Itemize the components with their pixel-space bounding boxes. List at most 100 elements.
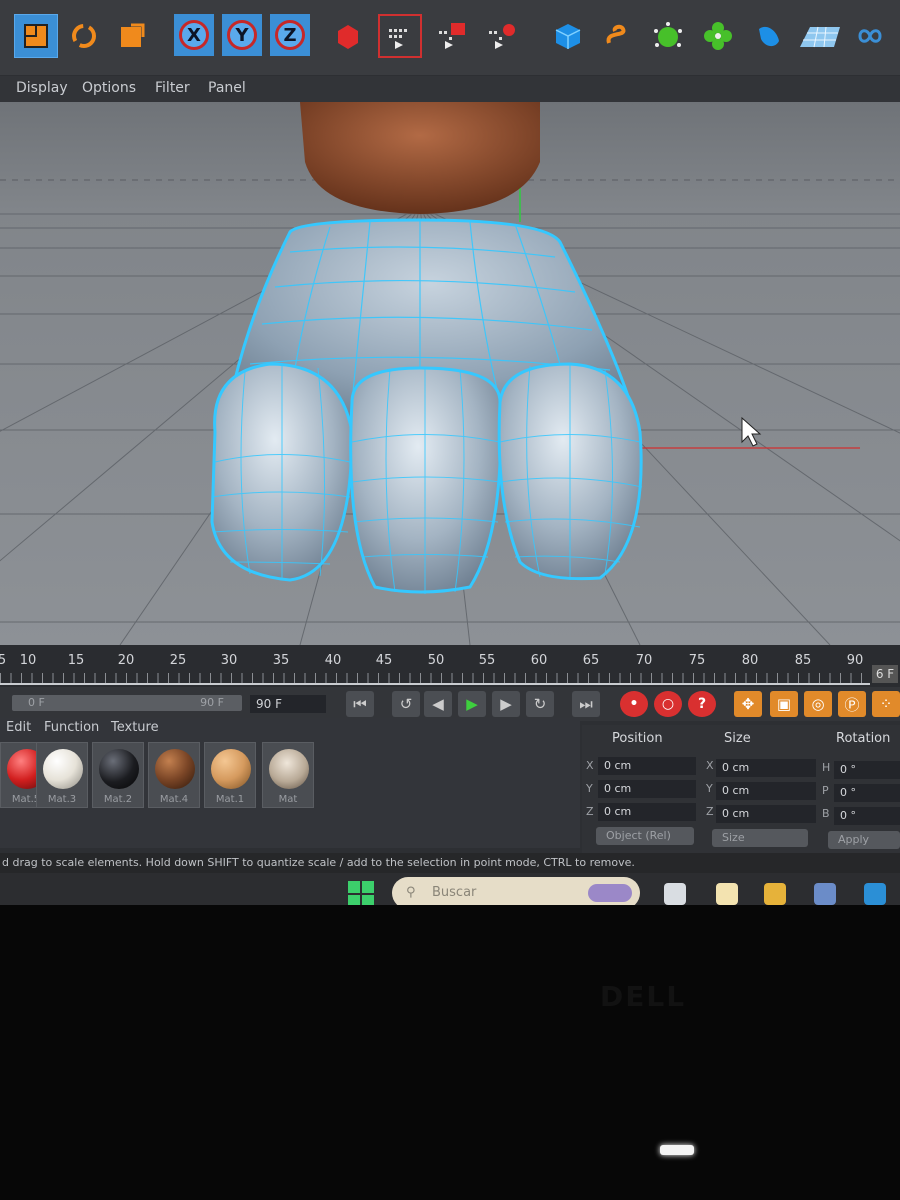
menu-panel[interactable]: Panel <box>208 80 246 96</box>
coordinate-mode-dropdown[interactable]: Object (Rel) <box>596 827 694 845</box>
material-manager: Edit Function Texture Mat.5 Mat.3 Mat.2 … <box>0 718 580 848</box>
previous-frame-icon[interactable]: ◀ <box>424 691 452 717</box>
teams-icon[interactable] <box>814 883 836 905</box>
head-mesh <box>300 102 540 214</box>
position-y-field[interactable]: 0 cm <box>598 780 696 798</box>
outlook-icon[interactable] <box>864 883 886 905</box>
toe-middle <box>349 366 503 594</box>
axis-label-x: X <box>706 759 714 772</box>
move-key-icon[interactable]: ✥ <box>734 691 762 717</box>
timeline-tick: 75 <box>688 653 706 668</box>
infinity-icon[interactable] <box>848 14 892 58</box>
store-icon[interactable] <box>764 883 786 905</box>
menu-options[interactable]: Options <box>82 80 136 96</box>
material-label: Mat <box>278 794 298 805</box>
power-led <box>660 1145 694 1155</box>
timeline-scale[interactable] <box>0 673 870 685</box>
axis-label-x: X <box>586 759 594 772</box>
task-view-icon[interactable] <box>664 883 686 905</box>
axis-x-label: X <box>179 20 209 50</box>
timeline-tick: 25 <box>169 653 187 668</box>
model-mode-icon[interactable] <box>14 14 58 58</box>
size-x-field[interactable]: 0 cm <box>716 759 816 777</box>
timeline-tick: 10 <box>19 653 37 668</box>
menu-display[interactable]: Display <box>16 80 68 96</box>
file-explorer-icon[interactable] <box>716 883 738 905</box>
rotation-b-field[interactable]: 0 ° <box>834 807 900 825</box>
record-key-icon[interactable]: • <box>620 691 648 717</box>
menu-texture[interactable]: Texture <box>111 720 159 735</box>
autokey-icon[interactable]: ○ <box>654 691 682 717</box>
coordinates-panel: Position Size Rotation X 0 cm X 0 cm H 0… <box>582 725 900 853</box>
windows-taskbar: ⚲ Buscar <box>0 873 900 905</box>
axis-y-toggle[interactable]: Y <box>222 14 262 56</box>
render-settings-icon[interactable] <box>480 14 524 58</box>
rotation-h-field[interactable]: 0 ° <box>834 761 900 779</box>
menu-function[interactable]: Function <box>44 720 99 735</box>
position-z-field[interactable]: 0 cm <box>598 803 696 821</box>
mograph-cloner-icon[interactable] <box>696 14 740 58</box>
parameter-key-icon[interactable]: Ⓟ <box>838 691 866 717</box>
scale-tool-icon[interactable] <box>110 14 154 58</box>
previous-key-icon[interactable]: ↺ <box>392 691 420 717</box>
material-preview <box>43 749 83 789</box>
floor-grid-icon[interactable] <box>796 14 844 58</box>
end-frame-field[interactable]: 90 F <box>250 695 326 713</box>
axis-z-label: Z <box>275 20 305 50</box>
menu-edit[interactable]: Edit <box>6 720 31 735</box>
render-icon[interactable] <box>326 14 370 58</box>
size-header: Size <box>724 731 751 746</box>
material-swatch[interactable]: Mat.4 <box>148 742 200 808</box>
timeline-tick: 80 <box>741 653 759 668</box>
material-swatch[interactable]: Mat.2 <box>92 742 144 808</box>
deformer-icon[interactable] <box>746 14 790 58</box>
rotation-label-b: B <box>822 807 830 820</box>
axis-x-toggle[interactable]: X <box>174 14 214 56</box>
subdivision-icon[interactable] <box>646 14 690 58</box>
menu-filter[interactable]: Filter <box>155 80 190 96</box>
spline-pen-icon[interactable] <box>596 14 640 58</box>
material-swatch[interactable]: Mat.1 <box>204 742 256 808</box>
axis-label-z: Z <box>706 805 714 818</box>
toe-right <box>497 362 643 581</box>
render-view-icon[interactable] <box>378 14 422 58</box>
live-selection-icon[interactable] <box>62 14 106 58</box>
material-swatch[interactable]: Mat <box>262 742 314 808</box>
material-preview <box>211 749 251 789</box>
timeline-tick: 70 <box>635 653 653 668</box>
material-swatch[interactable]: Mat.3 <box>36 742 88 808</box>
size-z-field[interactable]: 0 cm <box>716 805 816 823</box>
size-y-field[interactable]: 0 cm <box>716 782 816 800</box>
next-frame-icon[interactable]: ▶ <box>492 691 520 717</box>
position-header: Position <box>612 731 663 746</box>
position-x-field[interactable]: 0 cm <box>598 757 696 775</box>
timeline-ruler[interactable]: 5 10 15 20 25 30 35 40 45 50 55 60 65 70… <box>0 645 900 687</box>
material-preview <box>155 749 195 789</box>
3d-viewport[interactable] <box>0 102 900 645</box>
cinema4d-window: X Y Z Display Options Filter Panel 5 10 … <box>0 0 900 905</box>
timeline-tick: 40 <box>324 653 342 668</box>
rotation-p-field[interactable]: 0 ° <box>834 784 900 802</box>
timeline-tick: 30 <box>220 653 238 668</box>
material-label: Mat.4 <box>159 794 189 805</box>
timeline-tick: 20 <box>117 653 135 668</box>
material-label: Mat.3 <box>47 794 77 805</box>
size-mode-dropdown[interactable]: Size <box>712 829 808 847</box>
scale-key-icon[interactable]: ▣ <box>770 691 798 717</box>
play-icon[interactable]: ▶ <box>458 691 486 717</box>
render-to-picture-viewer-icon[interactable] <box>430 14 474 58</box>
primitive-cube-icon[interactable] <box>546 14 590 58</box>
axis-label-y: Y <box>586 782 593 795</box>
axis-z-toggle[interactable]: Z <box>270 14 310 56</box>
taskbar-search[interactable]: ⚲ Buscar <box>392 877 640 905</box>
go-to-end-icon[interactable]: ⏭ <box>572 691 600 717</box>
apply-button[interactable]: Apply <box>828 831 900 849</box>
go-to-start-icon[interactable]: ⏮ <box>346 691 374 717</box>
rotate-key-icon[interactable]: ◎ <box>804 691 832 717</box>
point-level-key-icon[interactable]: ⁘ <box>872 691 900 717</box>
frame-range-slider[interactable]: 0 F 90 F <box>12 695 242 711</box>
rotation-label-h: H <box>822 761 831 774</box>
keyframe-selection-icon[interactable]: ? <box>688 691 716 717</box>
start-icon[interactable] <box>348 881 374 905</box>
next-key-icon[interactable]: ↻ <box>526 691 554 717</box>
